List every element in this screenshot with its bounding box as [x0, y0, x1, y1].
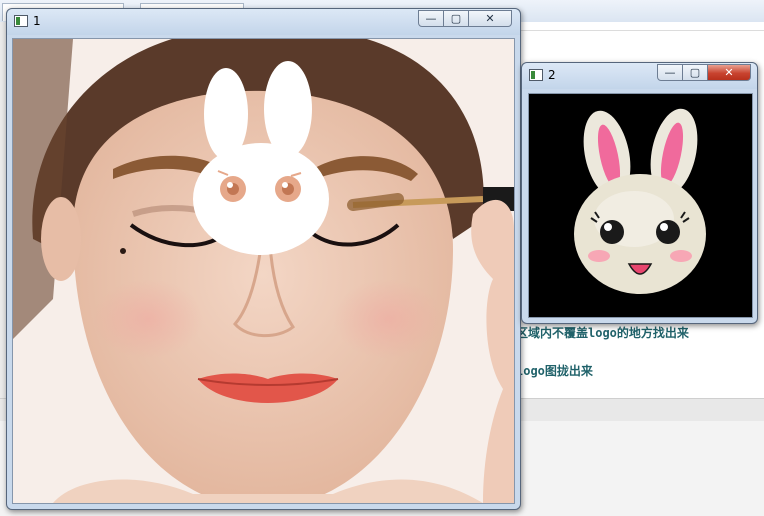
window-app-icon	[529, 69, 543, 81]
window-1-titlebar[interactable]: 1 — ▢ ✕	[7, 9, 520, 35]
maximize-button[interactable]: ▢	[443, 10, 469, 27]
window-1-title: 1	[33, 14, 41, 28]
window-1-image	[12, 38, 515, 504]
minimize-button[interactable]: —	[657, 64, 683, 81]
bunny-logo-image	[529, 94, 752, 317]
face-photo-with-logo	[13, 39, 514, 503]
window-2-image	[528, 93, 753, 318]
close-button[interactable]: ✕	[468, 10, 512, 27]
editor-divider	[516, 30, 764, 31]
window-app-icon	[14, 15, 28, 27]
minimize-button[interactable]: —	[418, 10, 444, 27]
image-window-2[interactable]: 2 — ▢ ✕	[521, 62, 758, 324]
window-2-title: 2	[548, 68, 556, 82]
code-line: 区域内不覆盖logo的地方找出来	[516, 326, 689, 340]
close-button[interactable]: ✕	[707, 64, 751, 81]
image-window-1[interactable]: 1 — ▢ ✕	[6, 8, 521, 510]
window-2-titlebar[interactable]: 2 — ▢ ✕	[522, 63, 757, 89]
maximize-button[interactable]: ▢	[682, 64, 708, 81]
code-line: logo图拢出来	[516, 364, 593, 378]
